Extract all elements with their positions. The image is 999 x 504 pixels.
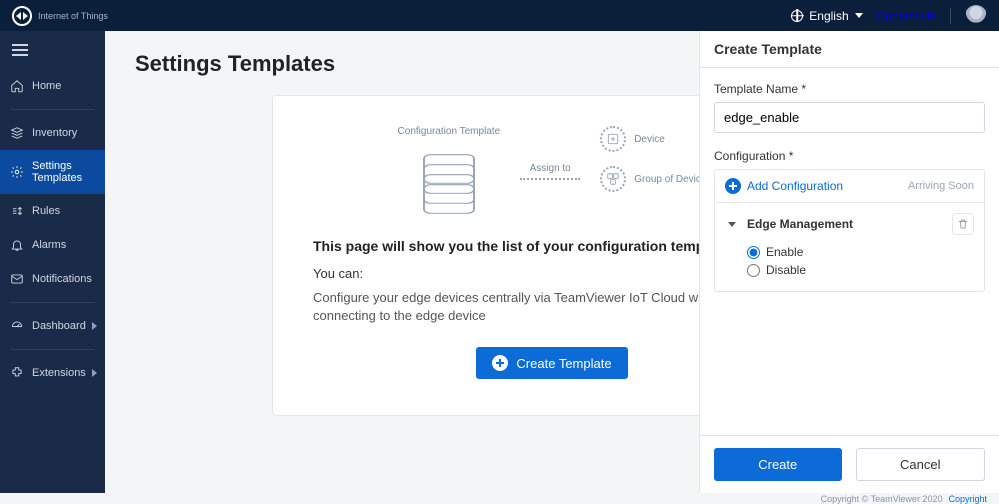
footer: Copyright © TeamViewer 2020 Copyright (0, 493, 999, 504)
inventory-icon (10, 126, 24, 140)
radio-enable-input[interactable] (747, 246, 760, 259)
sidebar-item-inventory[interactable]: Inventory (0, 116, 105, 150)
configuration-label: Configuration * (714, 149, 985, 163)
language-selector[interactable]: English (791, 9, 862, 23)
teamviewer-logo-icon (12, 6, 32, 26)
extensions-icon (10, 366, 24, 380)
device-icon (600, 126, 626, 152)
drawer-create-button[interactable]: Create (714, 448, 842, 481)
home-icon (10, 79, 24, 93)
alarms-icon (10, 238, 24, 252)
chevron-down-icon (728, 222, 736, 227)
dashboard-icon (10, 319, 24, 333)
add-configuration-link[interactable]: Add Configuration (725, 178, 843, 194)
user-avatar[interactable] (965, 5, 987, 27)
sidebar-item-label: Inventory (32, 127, 77, 139)
hamburger-icon[interactable] (0, 31, 105, 69)
settings-templates-icon (10, 165, 24, 179)
sidebar-item-label: Extensions (32, 367, 86, 379)
sidebar-separator (10, 109, 95, 110)
config-section-edge-management: Edge Management Enable Disable (715, 203, 984, 291)
configuration-box: Add Configuration Arriving Soon Edge Man… (714, 169, 985, 292)
chevron-right-icon (92, 369, 97, 377)
trash-icon (957, 218, 969, 230)
radio-enable-label: Enable (766, 245, 803, 259)
contact-us-link[interactable]: Contact Us (877, 9, 936, 23)
diagram-group-label: Group of Device (634, 174, 706, 185)
diagram-left-label: Configuration Template (398, 126, 501, 137)
sidebar-item-label: Settings Templates (32, 160, 95, 184)
sidebar-item-label: Alarms (32, 239, 66, 251)
topbar: TeamViewer Internet of Things English Co… (0, 0, 999, 31)
plus-circle-icon (725, 178, 741, 194)
language-label: English (809, 9, 848, 23)
sidebar: Home Inventory Settings Templates Rules (0, 31, 105, 504)
globe-icon (791, 10, 803, 22)
radio-disable-label: Disable (766, 263, 806, 277)
sidebar-item-notifications[interactable]: Notifications (0, 262, 105, 296)
drawer-title: Create Template (700, 31, 999, 68)
sidebar-item-label: Notifications (32, 273, 92, 285)
sidebar-item-alarms[interactable]: Alarms (0, 228, 105, 262)
create-template-button[interactable]: Create Template (476, 347, 627, 379)
device-group-icon (600, 166, 626, 192)
brand-subtitle: Internet of Things (38, 12, 108, 21)
radio-disable[interactable]: Disable (747, 263, 974, 277)
topbar-divider (950, 8, 951, 24)
sidebar-item-label: Home (32, 80, 61, 92)
config-section-title: Edge Management (747, 217, 853, 231)
sidebar-separator (10, 349, 95, 350)
diagram-device-label: Device (634, 134, 665, 145)
footer-copyright-link[interactable]: Copyright (948, 494, 987, 504)
template-name-label: Template Name * (714, 82, 985, 96)
brand-text: TeamViewer Internet of Things (38, 11, 108, 21)
sidebar-item-extensions[interactable]: Extensions (0, 356, 105, 390)
sidebar-item-label: Dashboard (32, 320, 86, 332)
brand-logo[interactable]: TeamViewer Internet of Things (12, 6, 108, 26)
rules-icon (10, 204, 24, 218)
chevron-right-icon (92, 322, 97, 330)
diagram-assign-label: Assign to (530, 163, 571, 174)
chevron-down-icon (855, 13, 863, 18)
sidebar-item-rules[interactable]: Rules (0, 194, 105, 228)
dotted-arrow-icon (520, 178, 580, 180)
arriving-soon-tag: Arriving Soon (908, 180, 974, 192)
sidebar-item-label: Rules (32, 205, 60, 217)
add-configuration-label: Add Configuration (747, 179, 843, 193)
radio-disable-input[interactable] (747, 264, 760, 277)
footer-copyright: Copyright © TeamViewer 2020 (821, 494, 943, 504)
drawer-cancel-button[interactable]: Cancel (856, 448, 986, 481)
sidebar-separator (10, 302, 95, 303)
plus-circle-icon (492, 355, 508, 371)
sidebar-item-home[interactable]: Home (0, 69, 105, 103)
sidebar-item-settings-templates[interactable]: Settings Templates (0, 150, 105, 194)
delete-section-button[interactable] (952, 213, 974, 235)
notifications-icon (10, 272, 24, 286)
create-template-drawer: Create Template Template Name * Configur… (699, 31, 999, 493)
sidebar-item-dashboard[interactable]: Dashboard (0, 309, 105, 343)
radio-enable[interactable]: Enable (747, 245, 974, 259)
template-name-input[interactable] (714, 102, 985, 133)
collapse-section-button[interactable] (725, 217, 739, 231)
template-stack-icon (419, 143, 479, 193)
create-template-button-label: Create Template (516, 356, 611, 371)
